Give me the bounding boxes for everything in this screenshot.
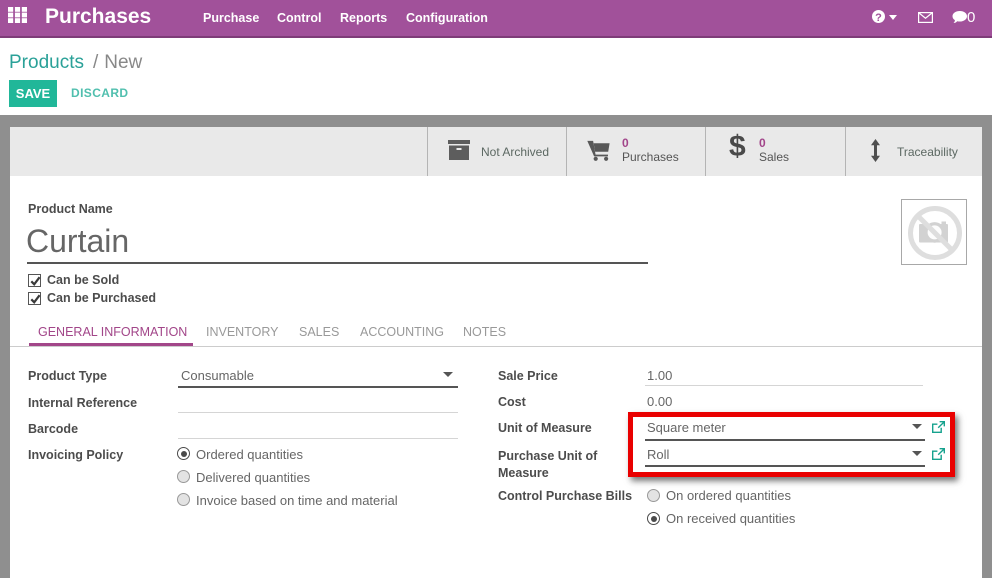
svg-text:?: ? xyxy=(875,12,882,24)
